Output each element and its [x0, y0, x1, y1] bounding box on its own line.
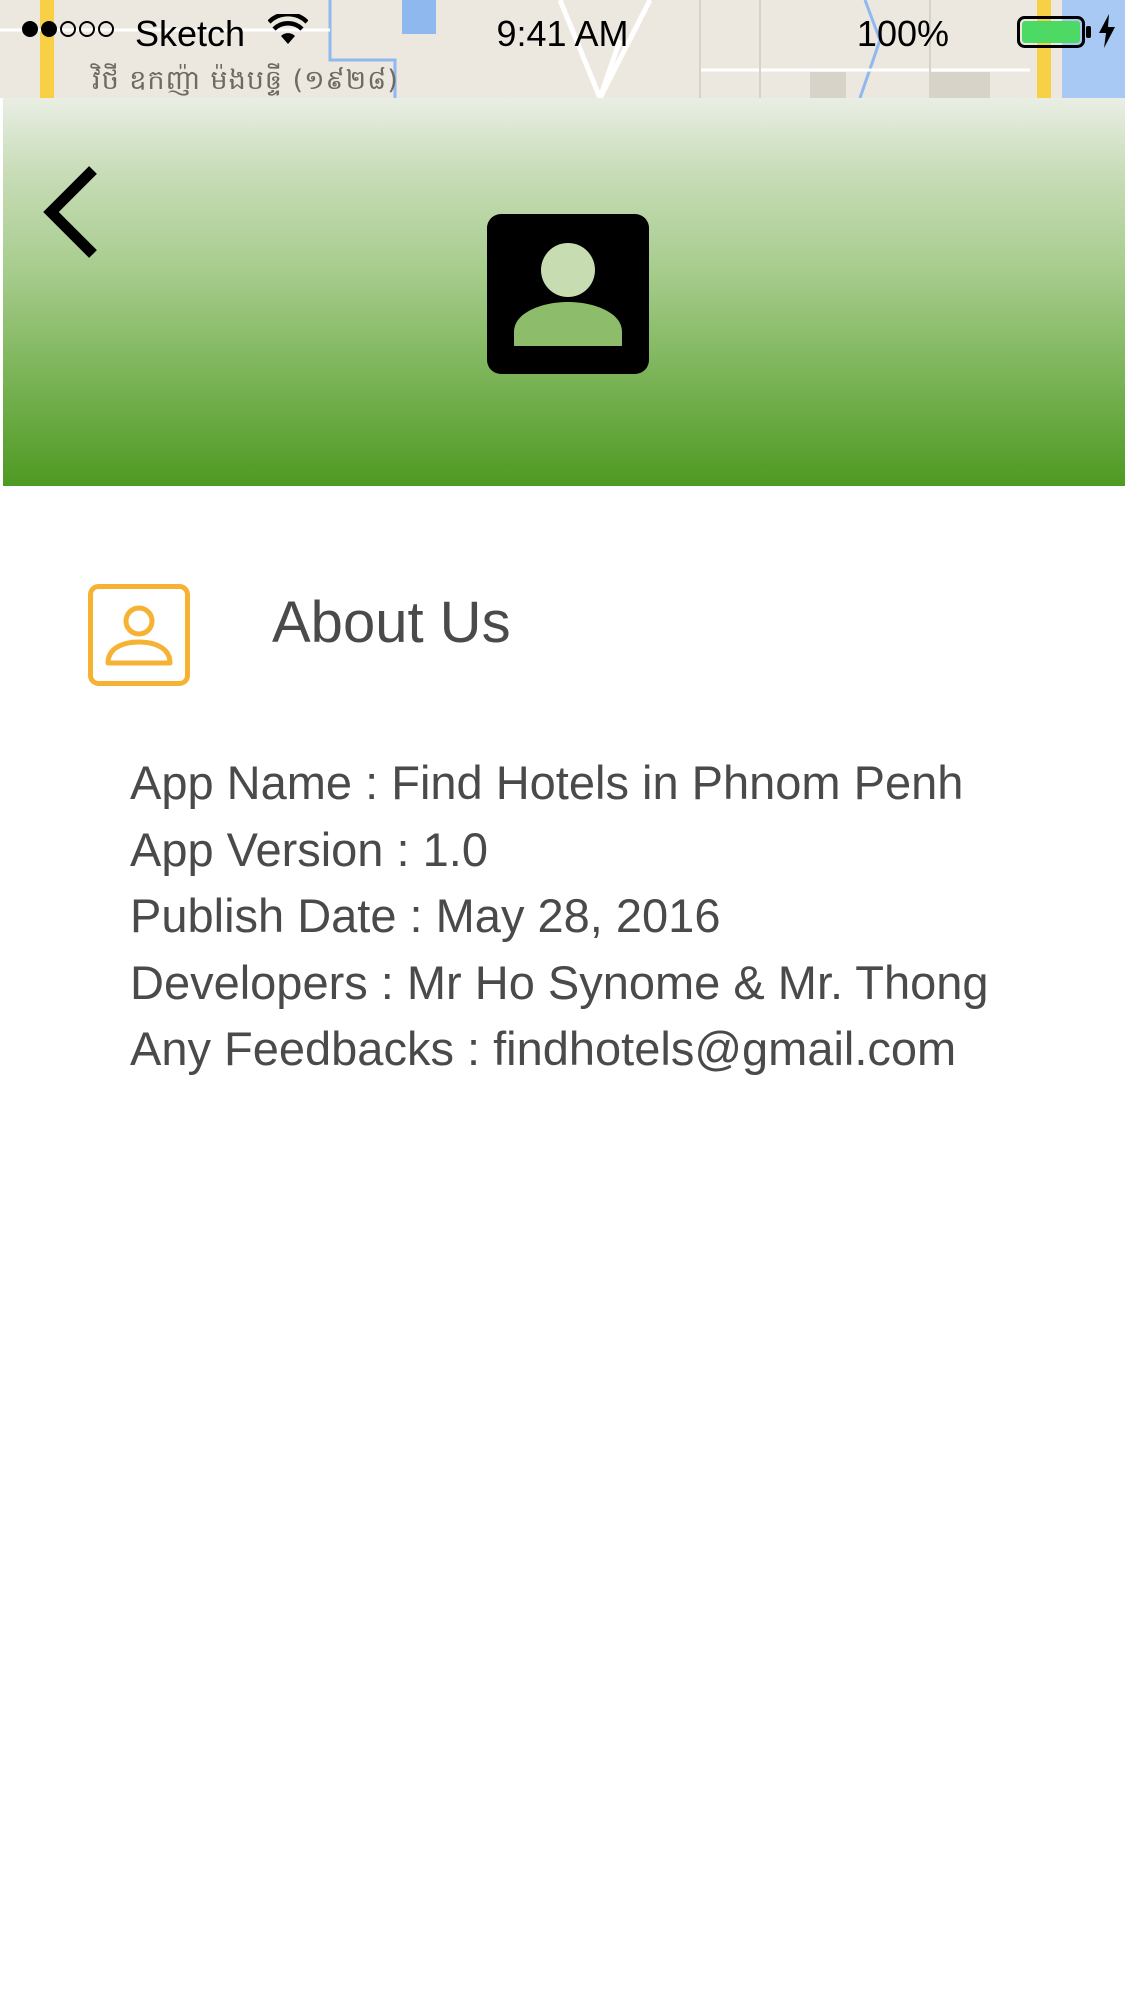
charging-bolt-icon [1099, 14, 1115, 48]
app-info-list: App Name : Find Hotels in Phnom Penh App… [130, 750, 989, 1083]
back-button[interactable] [33, 160, 113, 270]
developers-line: Developers : Mr Ho Synome & Mr. Thong [130, 955, 989, 1009]
contact-card-outline-icon [88, 584, 190, 686]
feedback-line: Any Feedbacks : findhotels@gmail.com [130, 1022, 957, 1075]
about-screen: វិថី ឧកញ៉ា ម៉ងបឲ្ទី (១៩២៨) Sketch 9:41 A… [0, 0, 1125, 2001]
header-banner [3, 98, 1125, 486]
map-street-label: វិថី ឧកញ៉ា ម៉ងបឲ្ទី (១៩២៨) [92, 65, 399, 96]
battery-icon [1017, 16, 1091, 48]
app-name-line: App Name : Find Hotels in Phnom Penh [130, 756, 964, 809]
status-bar: Sketch 9:41 AM 100% [0, 0, 1125, 66]
app-version-line: App Version : 1.0 [130, 822, 488, 876]
page-title: About Us [272, 590, 511, 655]
status-time: 9:41 AM [496, 13, 629, 54]
publish-date-line: Publish Date : May 28, 2016 [130, 889, 721, 942]
contact-card-icon [487, 214, 649, 374]
chevron-left-icon [43, 166, 97, 258]
battery-percent: 100% [856, 13, 949, 54]
